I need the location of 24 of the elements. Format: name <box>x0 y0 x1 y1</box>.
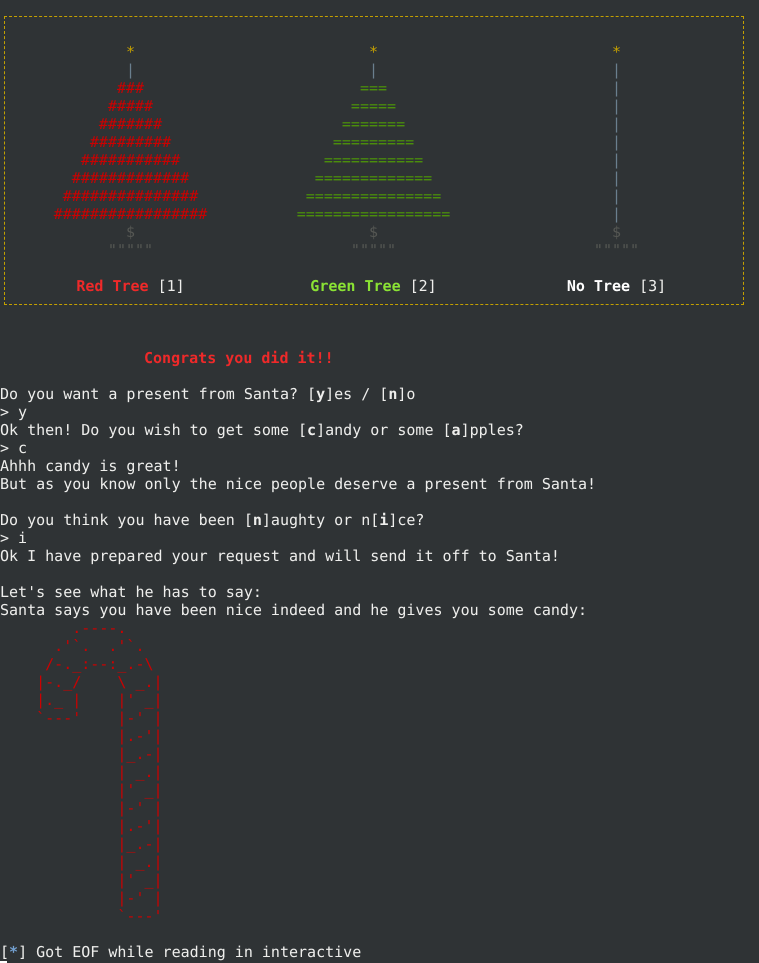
tree-label: Green Tree <box>310 277 401 295</box>
command-text: > c <box>0 439 28 457</box>
output-line: Let's see what he has to say: <box>0 583 262 601</box>
command-text: > y <box>0 403 28 421</box>
command-text: > i <box>0 529 28 547</box>
output-line: Santa says you have been nice indeed and he gives you some candy: <box>0 601 587 619</box>
output-line: But as you know only the nice people deserve a present from Santa! <box>0 475 596 493</box>
output-line: Do you think you have been [n]aughty or n[i]ce? <box>0 511 424 529</box>
tree-drawing: * | | | | | | | | | $ """"" <box>594 43 640 259</box>
output-line: Do you want a present from Santa? [y]es / [n]o <box>0 385 416 403</box>
key-hint: [1] <box>158 277 185 295</box>
success-message: Congrats you did it!! <box>143 349 334 367</box>
text-cursor <box>0 961 7 963</box>
key-hint: [3] <box>639 277 666 295</box>
status-message: [*] Got EOF while reading in interactive <box>0 943 362 961</box>
tree-drawing: * | === ===== ======= ========= =========== ============= =============== ================= $ """"" <box>296 43 450 259</box>
tree-label: Red Tree <box>76 277 149 295</box>
tree-drawing: * | ### ##### ####### ######### ########### ############# ############### ################# $ """"" <box>54 43 208 259</box>
candy-cane-drawing: .----. .'`. .'`. /-._:--:_.-\ |-._/ \ _.| |._ | |' _| `---' |-' | |.-'| |_.-| | _.| |' _| |-' | |.-'| |_.-| | _.| |' _| |-' | `---' <box>35 619 164 925</box>
output-line: Ok I have prepared your request and will send it off to Santa! <box>0 547 560 565</box>
key-hint: [2] <box>410 277 437 295</box>
output-line: Ok then! Do you wish to get some [c]andy or some [a]pples? <box>0 421 524 439</box>
output-line: Ahhh candy is great! <box>0 457 181 475</box>
tree-label: No Tree <box>566 277 630 295</box>
